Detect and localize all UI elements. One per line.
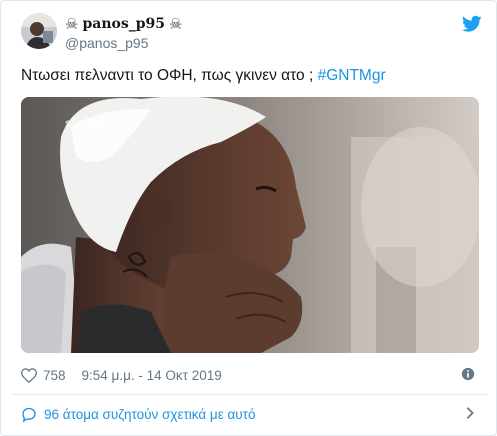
skull-icon: ☠ [65,15,79,33]
tweet-text: Ντωσει πελναντι το ΟΦΗ, πως γκινεν ατο ;… [21,66,481,86]
info-icon[interactable] [461,367,475,381]
twitter-logo-icon[interactable] [462,15,482,33]
hashtag-link[interactable]: #GNTMgr [318,67,386,84]
like-button[interactable]: 758 [21,368,66,383]
speech-bubble-icon [22,407,36,422]
display-name[interactable]: ☠ panos_p95 ☠ [65,14,182,34]
conversation-link[interactable]: 96 άτομα συζητούν σχετικά με αυτό [21,405,479,423]
media-watermark: starHD [65,116,106,130]
conversation-text: 96 άτομα συζητούν σχετικά με αυτό [44,406,256,422]
tweet-body: Ντωσει πελναντι το ΟΦΗ, πως γκινεν ατο ; [21,67,318,84]
heart-icon [21,367,37,383]
user-handle[interactable]: @panos_p95 [65,35,149,51]
tweet-card: ☠ panos_p95 ☠ @panos_p95 Ντωσει πελναντι… [0,0,497,436]
tweet-meta: 758 9:54 μ.μ. - 14 Οκτ 2019 [21,366,479,384]
media-photo [21,97,479,353]
timestamp[interactable]: 9:54 μ.μ. - 14 Οκτ 2019 [82,368,222,383]
like-count: 758 [43,367,66,383]
tweet-media[interactable]: starHD [21,97,479,353]
avatar-image [21,13,57,49]
chevron-right-icon [466,407,474,419]
display-name-text: panos_p95 [82,16,165,32]
skull-icon: ☠ [168,15,183,33]
avatar[interactable] [21,13,57,49]
divider [11,394,488,395]
